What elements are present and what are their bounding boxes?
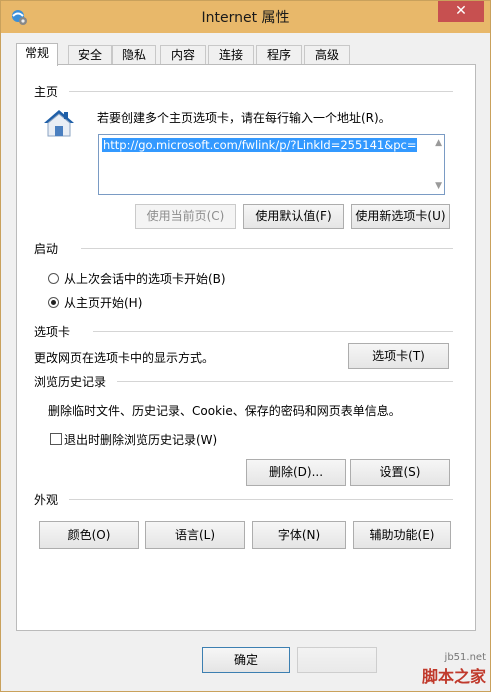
appearance-section-title: 外观 (34, 493, 59, 507)
languages-button[interactable]: 语言(L) (145, 521, 245, 549)
radio-homepage[interactable] (48, 297, 59, 308)
tabs-button[interactable]: 选项卡(T) (348, 343, 449, 369)
scroll-down-icon[interactable]: ▼ (435, 181, 442, 191)
watermark-name: 脚本之家 (421, 667, 486, 686)
tab-general[interactable]: 常规 (16, 43, 58, 66)
title-bar[interactable]: Internet 属性 ✕ (1, 1, 490, 33)
tab-connections[interactable]: 连接 (208, 45, 254, 64)
use-new-tab-button[interactable]: 使用新选项卡(U) (351, 204, 450, 229)
tab-privacy[interactable]: 隐私 (112, 45, 156, 64)
accessibility-button[interactable]: 辅助功能(E) (353, 521, 451, 549)
homepage-url-value: http://go.microsoft.com/fwlink/p/?LinkId… (102, 138, 418, 152)
tab-advanced[interactable]: 高级 (304, 45, 350, 64)
delete-on-exit-label[interactable]: 退出时删除浏览历史记录(W) (64, 431, 217, 448)
history-description: 删除临时文件、历史记录、Cookie、保存的密码和网页表单信息。 (48, 404, 401, 418)
tabs-section-title: 选项卡 (34, 325, 71, 339)
watermark: jb51.net 脚本之家 (422, 652, 486, 687)
close-button[interactable]: ✕ (438, 1, 484, 22)
ok-button[interactable]: 确定 (202, 647, 290, 673)
history-section-title: 浏览历史记录 (34, 375, 107, 389)
watermark-site: jb51.net (444, 652, 486, 663)
appearance-divider (69, 499, 453, 500)
window-title: Internet 属性 (201, 10, 290, 26)
delete-on-exit-checkbox[interactable] (50, 433, 62, 445)
use-default-button[interactable]: 使用默认值(F) (243, 204, 344, 229)
homepage-section-title: 主页 (34, 85, 59, 99)
fonts-button[interactable]: 字体(N) (252, 521, 346, 549)
homepage-instruction: 若要创建多个主页选项卡，请在每行输入一个地址(R)。 (97, 111, 391, 125)
use-current-button[interactable]: 使用当前页(C) (135, 204, 236, 229)
colors-button[interactable]: 颜色(O) (39, 521, 139, 549)
general-tab-panel: 主页 若要创建多个主页选项卡，请在每行输入一个地址(R)。 http://go.… (16, 64, 476, 631)
startup-section-title: 启动 (34, 242, 59, 256)
homepage-divider (69, 91, 453, 92)
cancel-button[interactable] (297, 647, 377, 673)
home-house-icon (44, 110, 74, 137)
radio-last-session-label[interactable]: 从上次会话中的选项卡开始(B) (64, 270, 226, 287)
scroll-up-icon[interactable]: ▲ (435, 138, 442, 148)
startup-divider (81, 248, 453, 249)
homepage-url-textarea[interactable]: http://go.microsoft.com/fwlink/p/?LinkId… (98, 134, 445, 195)
internet-options-window: Internet 属性 ✕ 常规 安全 隐私 内容 连接 程序 高级 主页 若要… (0, 0, 491, 692)
history-settings-button[interactable]: 设置(S) (350, 459, 450, 486)
tab-content[interactable]: 内容 (160, 45, 206, 64)
radio-homepage-label[interactable]: 从主页开始(H) (64, 294, 142, 311)
radio-last-session[interactable] (48, 273, 59, 284)
tab-programs[interactable]: 程序 (256, 45, 302, 64)
tab-security[interactable]: 安全 (68, 45, 112, 64)
delete-history-button[interactable]: 删除(D)... (246, 459, 346, 486)
tabs-divider (93, 331, 453, 332)
history-divider (117, 381, 453, 382)
tabs-description: 更改网页在选项卡中的显示方式。 (34, 351, 215, 365)
